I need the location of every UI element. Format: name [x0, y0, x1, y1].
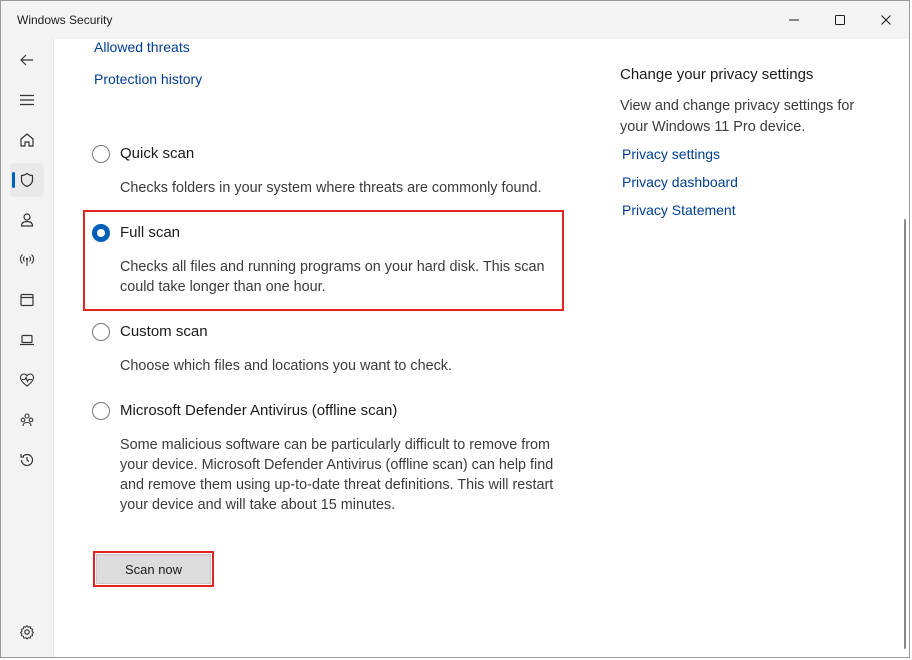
windows-security-window: Windows Security Allowed threats Protect…	[0, 0, 910, 658]
minimize-icon	[789, 19, 799, 21]
firewall-network-icon	[20, 254, 34, 266]
main-content: Allowed threats Protection history Quick…	[54, 39, 909, 657]
full-scan-radio[interactable]	[92, 224, 110, 242]
account-icon	[20, 213, 34, 227]
shield-icon	[20, 172, 34, 188]
nav-device-health[interactable]	[10, 363, 44, 397]
nav-protection-history[interactable]	[10, 443, 44, 477]
close-icon	[881, 15, 891, 25]
privacy-settings-link[interactable]: Privacy settings	[622, 146, 720, 162]
nav-firewall-network[interactable]	[10, 243, 44, 277]
back-icon	[20, 54, 33, 66]
maximize-icon	[835, 15, 845, 25]
offline-scan-label: Microsoft Defender Antivirus (offline sc…	[120, 402, 398, 419]
active-indicator	[12, 172, 15, 188]
quick-scan-description: Checks folders in your system where thre…	[120, 180, 542, 196]
custom-scan-label: Custom scan	[120, 323, 208, 340]
privacy-statement-link[interactable]: Privacy Statement	[622, 202, 736, 218]
nav-virus-threat-protection[interactable]	[10, 163, 44, 197]
nav-app-browser-control[interactable]	[10, 283, 44, 317]
app-browser-control-icon	[20, 293, 34, 307]
nav-home[interactable]	[10, 123, 44, 157]
maximize-button[interactable]	[817, 1, 863, 39]
scan-now-button[interactable]: Scan now	[96, 554, 211, 584]
window-title: Windows Security	[17, 13, 113, 27]
home-icon	[20, 133, 34, 147]
custom-scan-radio[interactable]	[92, 323, 110, 341]
full-scan-description: Checks all files and running programs on…	[120, 259, 545, 295]
quick-scan-label: Quick scan	[120, 145, 195, 162]
vertical-scrollbar[interactable]	[904, 219, 906, 649]
menu-icon	[20, 94, 34, 106]
protection-history-link[interactable]: Protection history	[94, 71, 202, 87]
nav-family-options[interactable]	[10, 403, 44, 437]
settings-icon	[20, 625, 34, 640]
protection-history-icon	[20, 453, 34, 467]
full-scan-label: Full scan	[120, 224, 181, 241]
allowed-threats-link[interactable]: Allowed threats	[94, 39, 190, 55]
minimize-button[interactable]	[771, 1, 817, 39]
family-options-icon	[20, 413, 34, 427]
offline-scan-radio[interactable]	[92, 402, 110, 420]
menu-button[interactable]	[10, 83, 44, 117]
quick-scan-radio[interactable]	[92, 145, 110, 163]
privacy-dashboard-link[interactable]: Privacy dashboard	[622, 174, 738, 190]
privacy-description: View and change privacy settings for you…	[620, 98, 855, 135]
nav-account-protection[interactable]	[10, 203, 44, 237]
device-security-icon	[20, 334, 34, 346]
privacy-heading: Change your privacy settings	[620, 66, 814, 83]
offline-scan-description: Some malicious software can be particula…	[120, 437, 554, 513]
nav-device-security[interactable]	[10, 323, 44, 357]
nav-settings[interactable]	[10, 615, 44, 649]
custom-scan-description: Choose which files and locations you wan…	[120, 358, 452, 374]
close-button[interactable]	[863, 1, 909, 39]
back-button[interactable]	[10, 43, 44, 77]
device-health-icon	[19, 373, 35, 387]
title-bar: Windows Security	[1, 1, 909, 39]
navigation-sidebar	[1, 39, 54, 657]
